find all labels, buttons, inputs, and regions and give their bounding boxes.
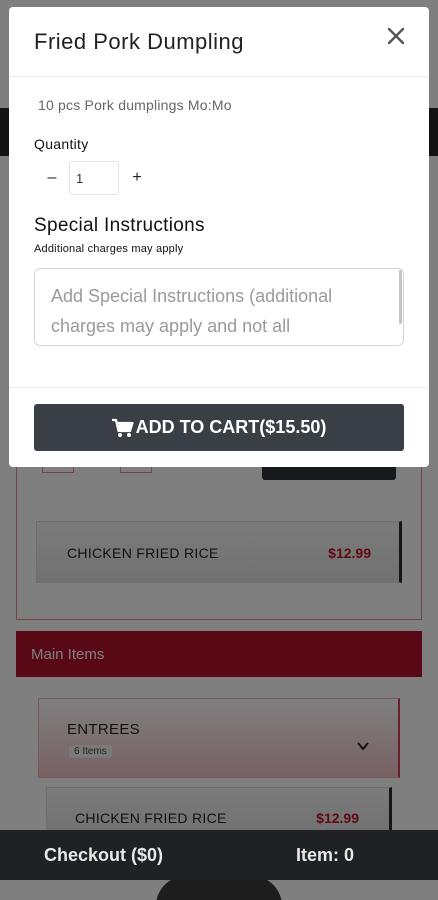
add-to-cart-button[interactable]: ADD TO CART($15.50): [34, 404, 404, 451]
checkout-button[interactable]: Checkout ($0): [44, 845, 163, 866]
quantity-minus-button[interactable]: –: [45, 169, 59, 189]
checkout-bar[interactable]: Checkout ($0) Item: 0: [0, 830, 438, 880]
quantity-input[interactable]: [69, 161, 119, 195]
add-to-cart-label: ADD TO CART($15.50): [135, 417, 327, 437]
quantity-plus-button[interactable]: +: [130, 169, 144, 189]
cart-icon: [111, 418, 134, 437]
quantity-label: Quantity: [34, 136, 89, 152]
item-description: 10 pcs Pork dumplings Mo:Mo: [38, 97, 232, 113]
modal-header: Fried Pork Dumpling: [9, 7, 429, 77]
item-count: Item: 0: [296, 845, 355, 865]
modal-title: Fried Pork Dumpling: [34, 29, 245, 54]
footer-divider: [9, 387, 429, 388]
item-modal: Fried Pork Dumpling 10 pcs Pork dumpling…: [9, 7, 429, 467]
special-instructions-title: Special Instructions: [34, 215, 205, 236]
special-instructions-subtitle: Additional charges may apply: [34, 243, 184, 255]
close-icon[interactable]: [385, 25, 407, 47]
special-instructions-input[interactable]: [34, 268, 404, 346]
textarea-scrollbar[interactable]: [399, 270, 402, 324]
